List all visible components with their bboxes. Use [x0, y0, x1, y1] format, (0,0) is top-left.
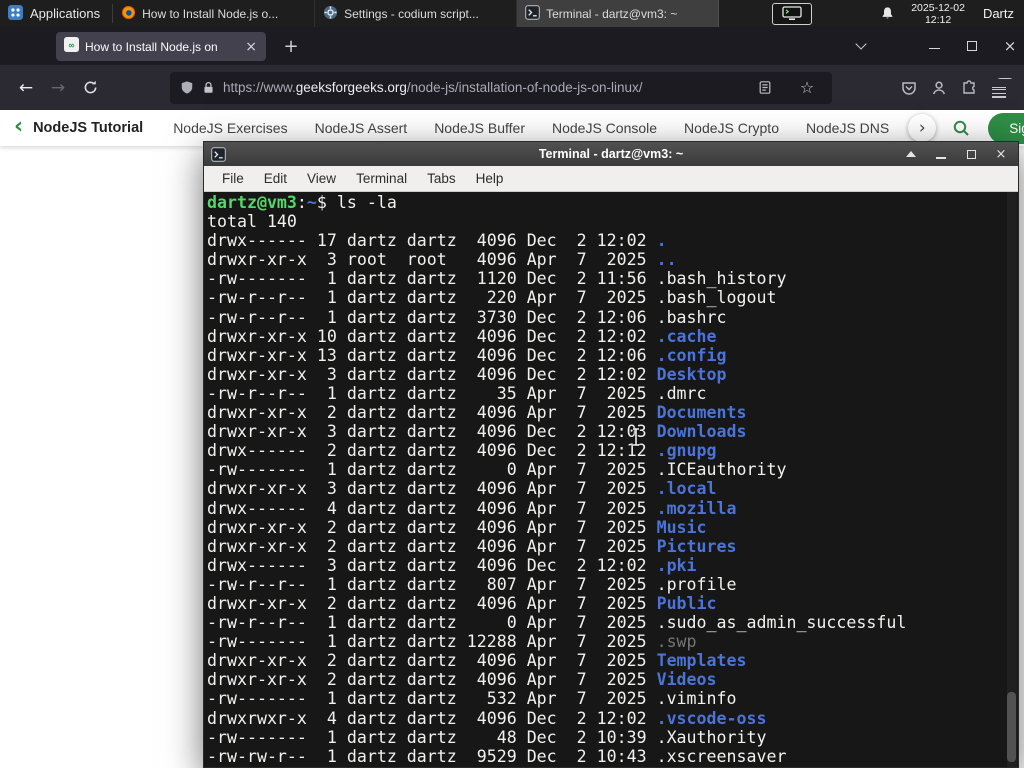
nav-item-exercises[interactable]: NodeJS Exercises: [173, 120, 287, 136]
nav-scroll-right-button[interactable]: ›: [908, 114, 937, 142]
menu-edit[interactable]: Edit: [254, 171, 297, 186]
url-path: /node-js/installation-of-node-js-on-linu…: [406, 80, 643, 95]
window-minimize-button[interactable]: [926, 38, 942, 54]
terminal-scrollbar-thumb[interactable]: [1007, 692, 1016, 762]
terminal-close-button[interactable]: ×: [994, 147, 1008, 162]
account-icon[interactable]: [924, 73, 954, 103]
shade-icon: [906, 151, 916, 157]
window-close-button[interactable]: ×: [1002, 37, 1018, 55]
taskbar-item-label: Terminal - dartz@vm3: ~: [546, 6, 678, 21]
url-domain: geeksforgeeks.org: [295, 80, 407, 95]
terminal-menubar: File Edit View Terminal Tabs Help: [204, 166, 1018, 192]
nav-item-buffer[interactable]: NodeJS Buffer: [434, 120, 525, 136]
terminal-titlebar[interactable]: Terminal - dartz@vm3: ~ ×: [204, 142, 1018, 166]
notification-badge: [998, 77, 1012, 80]
menu-tabs[interactable]: Tabs: [417, 171, 466, 186]
svg-text:∞: ∞: [68, 39, 75, 49]
tutorial-label[interactable]: NodeJS Tutorial: [33, 120, 143, 136]
browser-tab[interactable]: ∞ How to Install Node.js on ×: [56, 32, 266, 61]
applications-icon: [8, 4, 23, 23]
reader-view-icon[interactable]: [750, 73, 780, 103]
user-label[interactable]: Dartz: [983, 6, 1014, 21]
menu-view[interactable]: View: [297, 171, 346, 186]
forward-button[interactable]: →: [42, 72, 74, 104]
chevron-down-icon: [855, 38, 867, 50]
terminal-scrollbar-track[interactable]: [1007, 192, 1017, 767]
tab-title: How to Install Node.js on: [85, 39, 218, 54]
taskbar-item-settings[interactable]: Settings - codium script...: [315, 0, 518, 27]
terminal-maximize-button[interactable]: [964, 147, 978, 161]
applications-label: Applications: [30, 6, 101, 21]
terminal-window-icon: [211, 146, 226, 162]
mouse-cursor: [630, 427, 642, 452]
tab-close-button[interactable]: ×: [242, 39, 260, 55]
nav-item-crypto[interactable]: NodeJS Crypto: [684, 120, 779, 136]
url-text: https://www.geeksforgeeks.org/node-js/in…: [223, 80, 742, 95]
menu-terminal[interactable]: Terminal: [346, 171, 417, 186]
clock-date: 2025-12-02: [911, 1, 965, 14]
shield-icon[interactable]: [180, 80, 194, 95]
taskbar-item-label: How to Install Node.js o...: [142, 6, 279, 21]
reload-button[interactable]: [74, 72, 106, 104]
menu-hamburger-icon[interactable]: [984, 73, 1014, 103]
clock: 2025-12-02 12:12: [911, 2, 965, 26]
taskbar-item-label: Settings - codium script...: [344, 6, 479, 21]
window-controls: ×: [926, 27, 1018, 65]
menu-file[interactable]: File: [212, 171, 254, 186]
firefox-icon: [121, 5, 136, 23]
terminal-minimize-button[interactable]: [934, 147, 948, 161]
nav-item-assert[interactable]: NodeJS Assert: [315, 120, 408, 136]
panel-spacer: [719, 0, 772, 27]
applications-menu-button[interactable]: Applications: [0, 0, 112, 27]
browser-toolbar: ← → https://www.geeksforgeeks.org/node-j…: [0, 65, 1024, 110]
search-icon[interactable]: [952, 119, 970, 137]
terminal-window-controls: ×: [904, 147, 1018, 162]
settings-gear-icon: [323, 5, 338, 23]
bookmark-star-icon[interactable]: ☆: [792, 73, 822, 103]
extensions-icon[interactable]: [954, 73, 984, 103]
urlbar-actions: ☆: [750, 73, 822, 103]
nav-item-dns[interactable]: NodeJS DNS: [806, 120, 889, 136]
minimize-icon: [936, 156, 946, 159]
back-button[interactable]: ←: [10, 72, 42, 104]
maximize-icon: [967, 41, 977, 51]
url-scheme: https://www.: [223, 80, 296, 95]
notification-bell-icon[interactable]: [880, 6, 895, 21]
tab-strip: ∞ How to Install Node.js on × + ×: [0, 27, 1024, 65]
tab-favicon: ∞: [64, 36, 79, 57]
lock-icon[interactable]: [202, 80, 215, 95]
taskbar-item-firefox[interactable]: How to Install Node.js o...: [113, 0, 316, 27]
taskbar-item-terminal[interactable]: Terminal - dartz@vm3: ~: [517, 0, 720, 27]
url-bar[interactable]: https://www.geeksforgeeks.org/node-js/in…: [170, 71, 832, 104]
terminal-title: Terminal - dartz@vm3: ~: [538, 147, 684, 161]
terminal-window: Terminal - dartz@vm3: ~ × File Edit View…: [203, 141, 1019, 768]
terminal-output[interactable]: dartz@vm3:~$ ls -la total 140 drwx------ 1…: [204, 192, 1018, 767]
clock-time: 12:12: [924, 13, 952, 26]
window-maximize-button[interactable]: [964, 38, 980, 54]
terminal-lines: dartz@vm3:~$ ls -la total 140 drwx------ 1…: [207, 193, 907, 766]
maximize-icon: [966, 149, 976, 159]
terminal-icon: [525, 4, 541, 23]
sign-in-button[interactable]: Sign In: [988, 112, 1024, 144]
tab-list-chevron-icon[interactable]: [850, 38, 872, 56]
minimize-icon: [928, 47, 940, 50]
pocket-icon[interactable]: [894, 73, 924, 103]
top-panel: Applications How to Install Node.js o...…: [0, 0, 1024, 27]
menu-help[interactable]: Help: [466, 171, 514, 186]
new-tab-button[interactable]: +: [278, 33, 304, 59]
systray-display-icon[interactable]: [772, 2, 813, 25]
terminal-shade-button[interactable]: [904, 147, 918, 161]
nav-item-console[interactable]: NodeJS Console: [552, 120, 657, 136]
nav-back-chevron-icon[interactable]: ‹: [14, 114, 23, 139]
